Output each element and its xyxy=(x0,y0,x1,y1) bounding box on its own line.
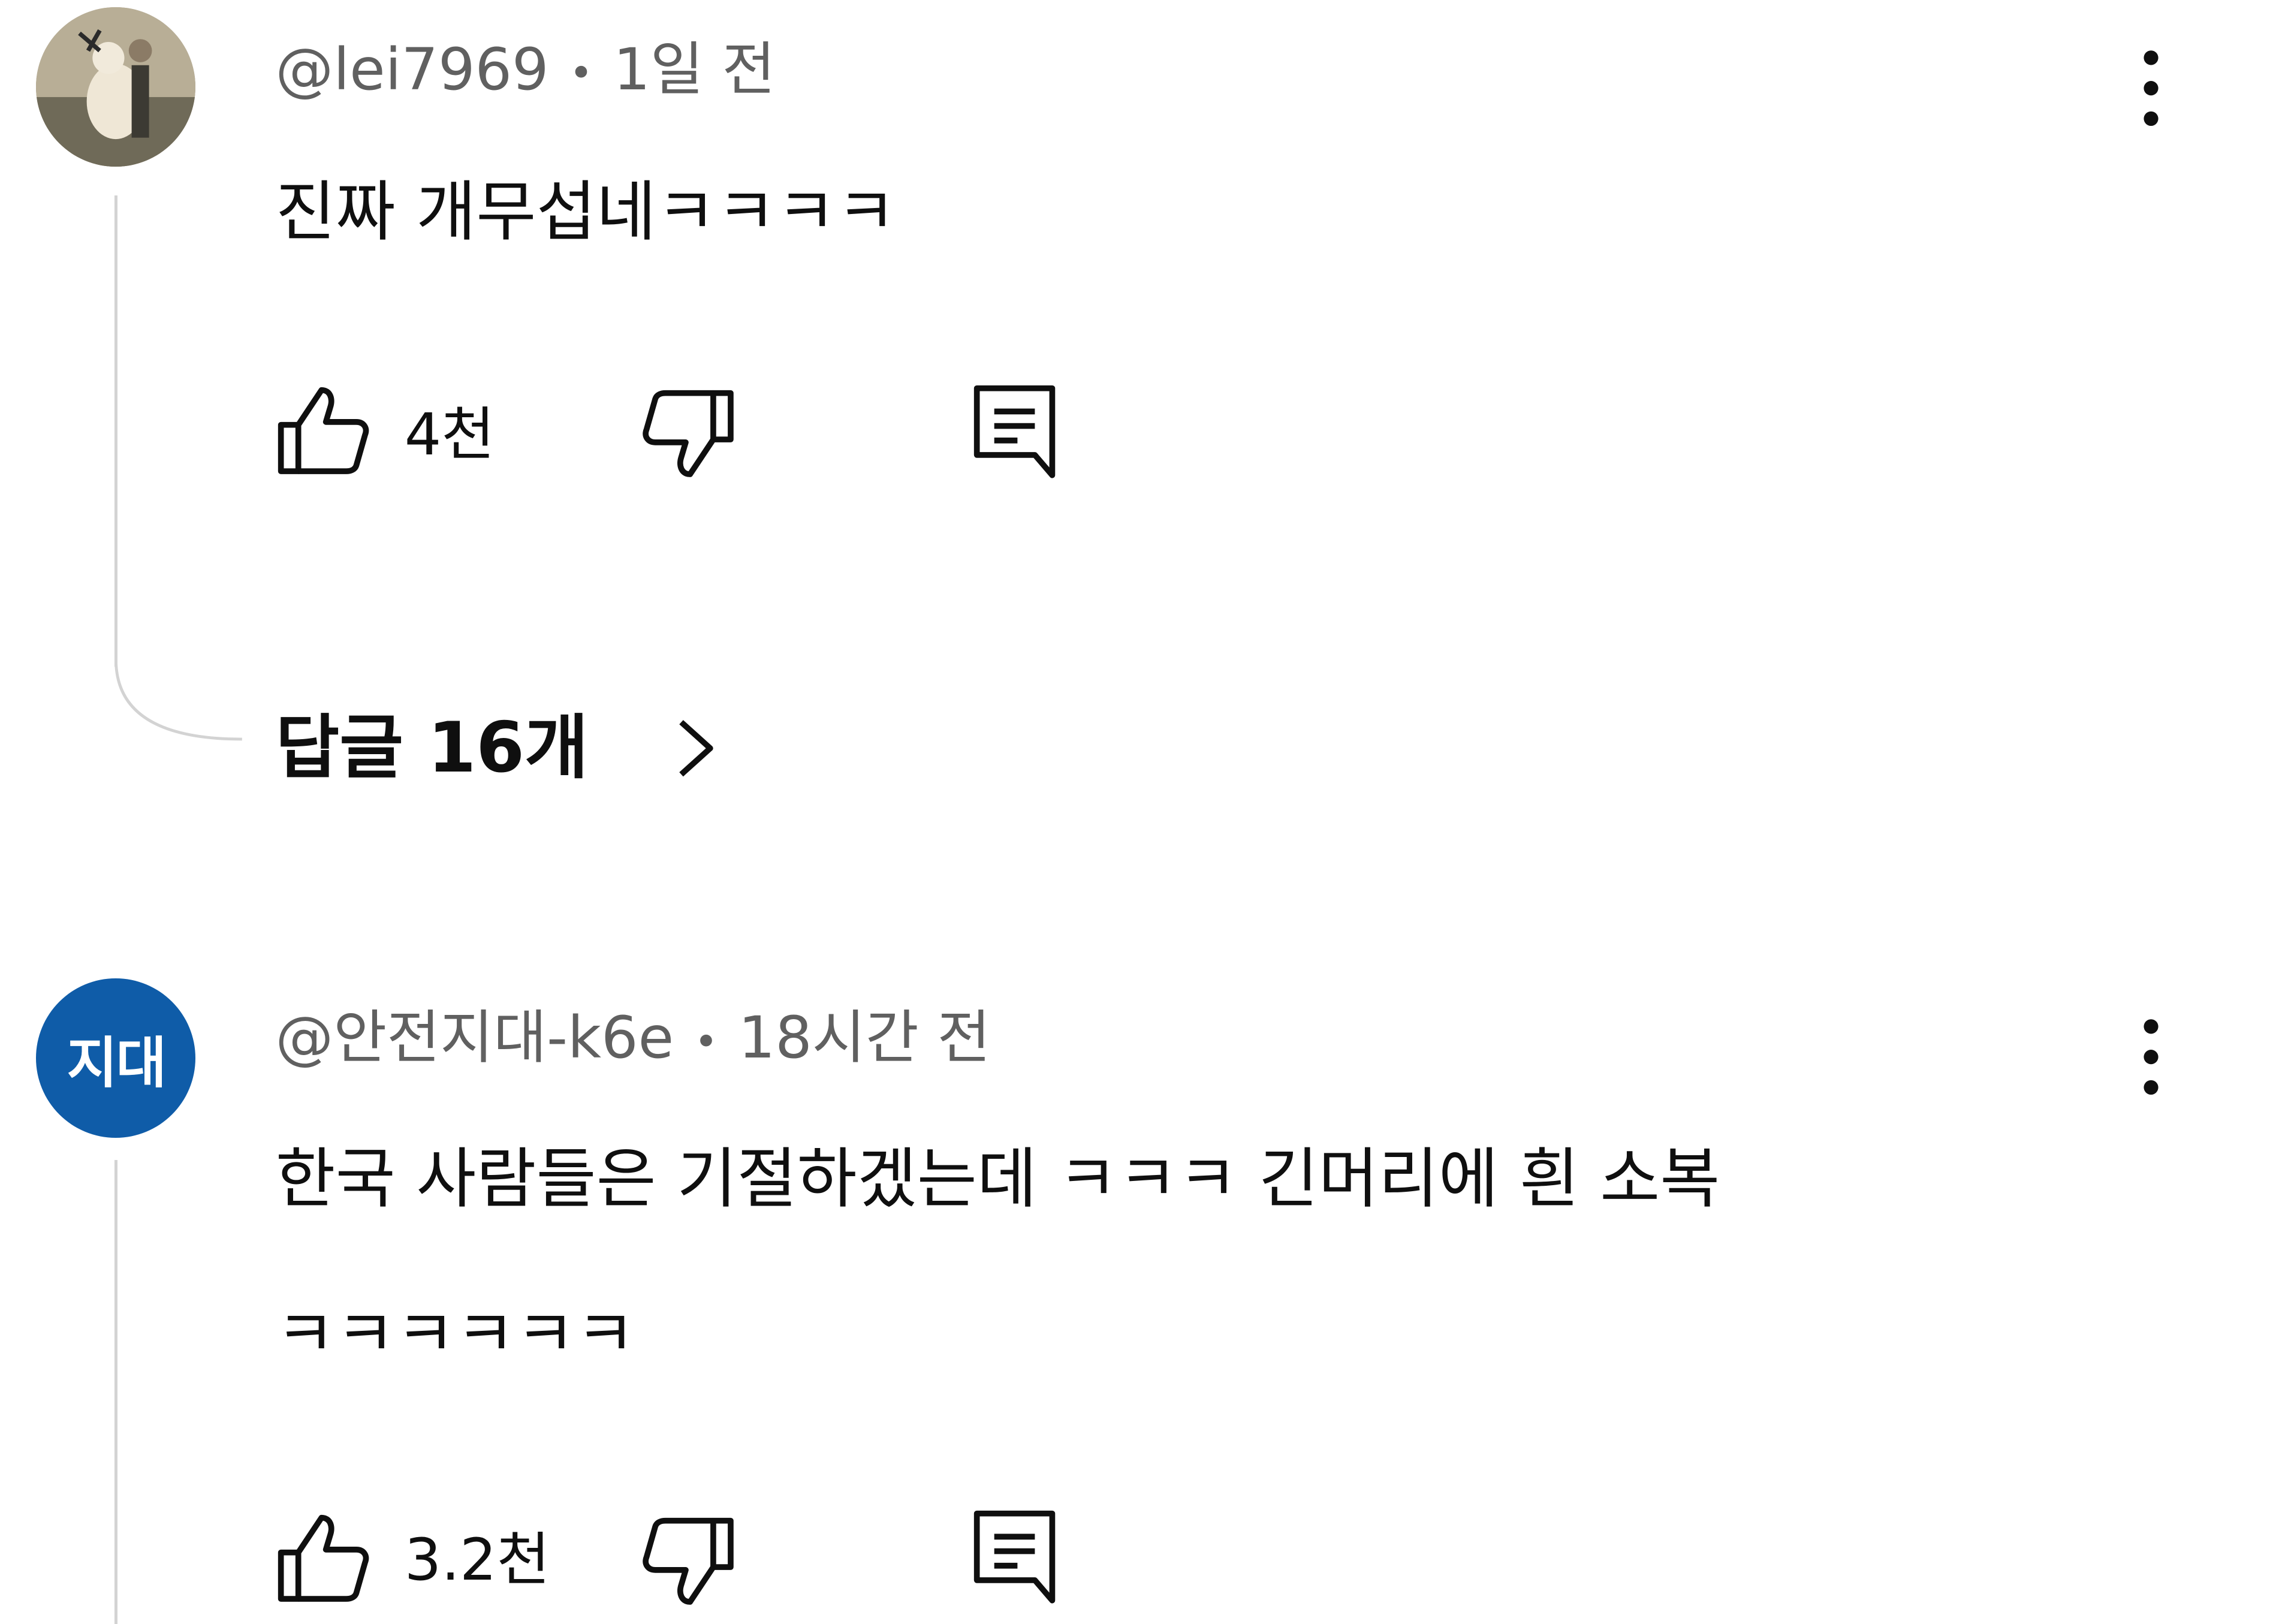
comment-meta: @lei7969 • 1일 전 xyxy=(275,40,775,99)
comment-author[interactable]: @안전지대-k6e xyxy=(275,1004,674,1071)
replies-button[interactable]: 답글 16개 xyxy=(275,713,588,783)
meta-separator: • xyxy=(569,49,593,97)
avatar-initials-text: 지대 xyxy=(67,1031,167,1095)
replies-label: 답글 16개 xyxy=(275,707,589,788)
like-icon[interactable] xyxy=(275,384,371,477)
comment-time[interactable]: 18시간 전 xyxy=(738,1004,991,1071)
reply-icon[interactable] xyxy=(971,382,1061,481)
reply-icon[interactable] xyxy=(971,1508,1061,1606)
comment-text: 진짜 개무섭네ㅋㅋㅋㅋ xyxy=(275,173,897,250)
more-options-icon[interactable] xyxy=(2125,1015,2177,1102)
meta-separator: • xyxy=(694,1017,718,1065)
dislike-icon[interactable] xyxy=(641,387,737,480)
comment-text-line2: ㅋㅋㅋㅋㅋㅋ xyxy=(275,1295,636,1372)
like-icon[interactable] xyxy=(275,1512,371,1605)
like-count: 4천 xyxy=(404,400,495,469)
thread-line xyxy=(114,195,117,667)
comment-text-line1: 한국 사람들은 기절하겠는데 ㅋㅋㅋ 긴머리에 흰 소복 xyxy=(275,1140,1720,1217)
avatar-lei7969[interactable] xyxy=(36,7,196,167)
user-photo-avatar-icon xyxy=(36,7,196,167)
thread-line xyxy=(114,1159,117,1624)
comment-author[interactable]: @lei7969 xyxy=(275,35,548,103)
comment-meta: @안전지대-k6e • 18시간 전 xyxy=(275,1009,990,1067)
like-count: 3.2천 xyxy=(404,1525,550,1593)
avatar-initials[interactable]: 지대 xyxy=(36,978,196,1138)
comment-time[interactable]: 1일 전 xyxy=(613,35,775,103)
chevron-right-icon[interactable] xyxy=(673,716,722,780)
more-options-icon[interactable] xyxy=(2125,46,2177,133)
dislike-icon[interactable] xyxy=(641,1515,737,1608)
comments-screen: @lei7969 • 1일 전 진짜 개무섭네ㅋㅋㅋㅋ 4천 답글 16개 지대… xyxy=(0,0,2273,1624)
thread-curve xyxy=(114,659,242,741)
